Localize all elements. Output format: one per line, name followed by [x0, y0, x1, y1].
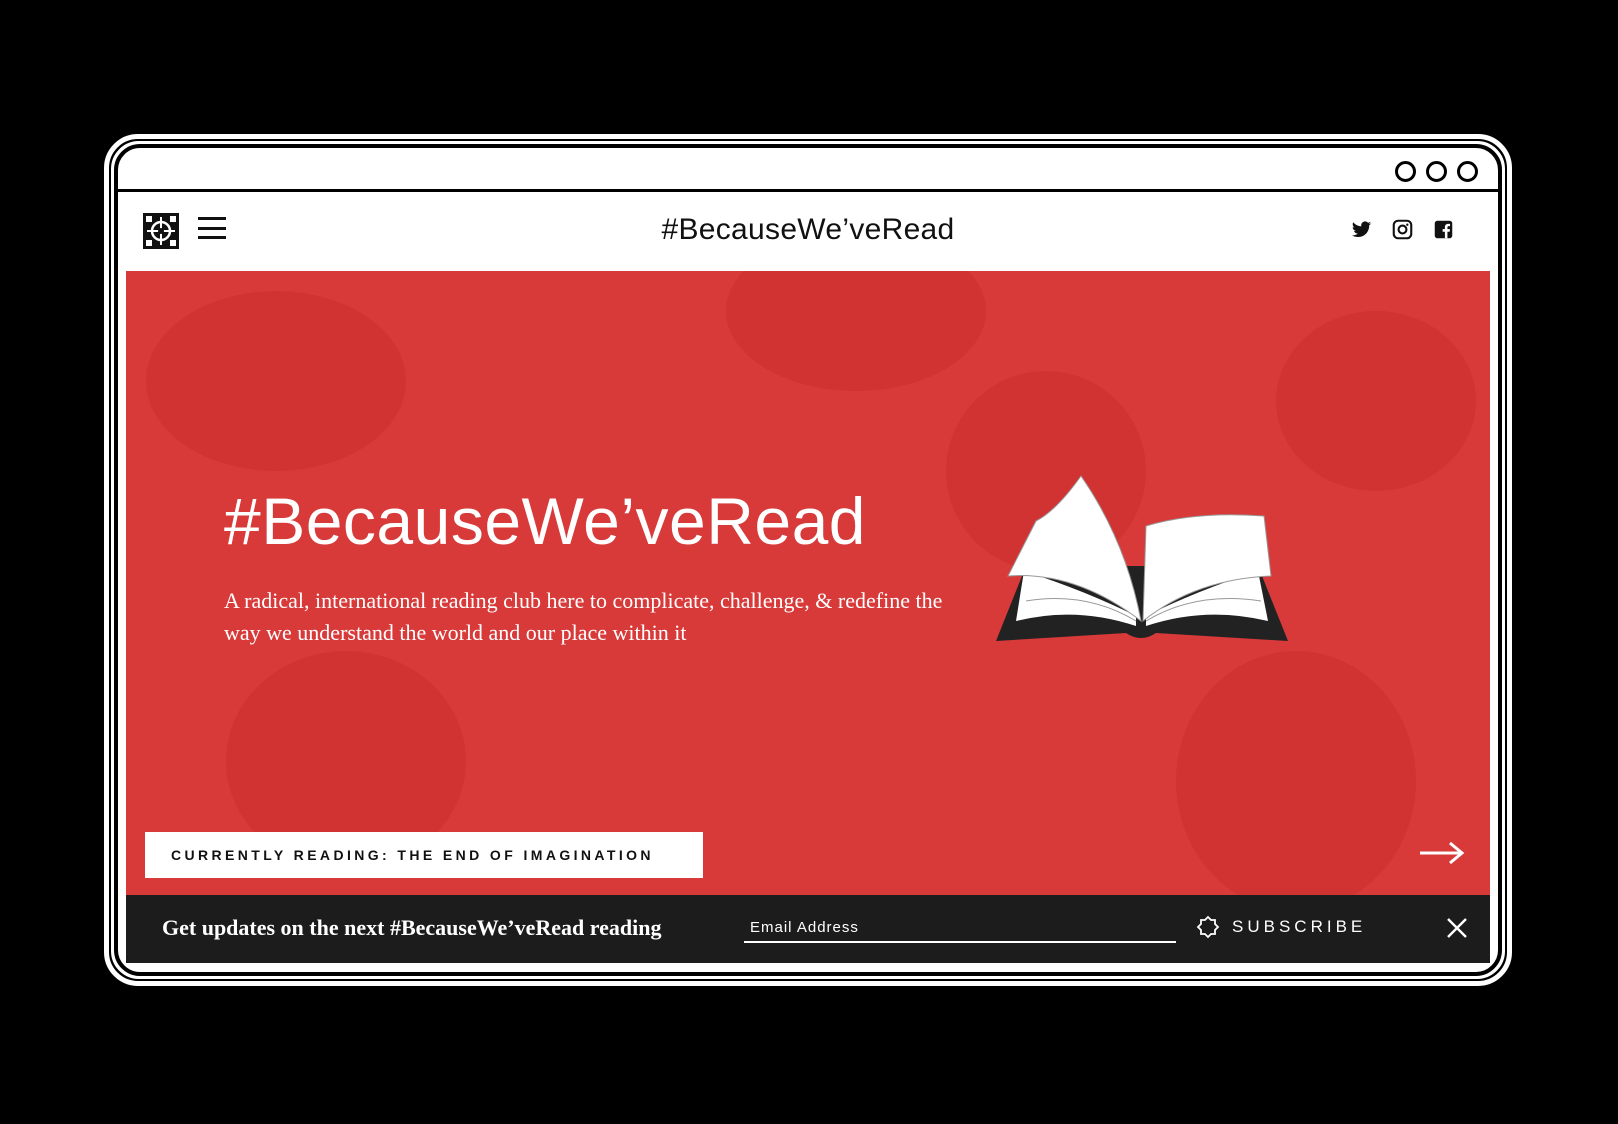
floral-pattern: [146, 291, 406, 471]
arrow-right-icon[interactable]: [1418, 839, 1466, 867]
star-badge-icon: [1196, 915, 1220, 939]
instagram-icon[interactable]: [1392, 219, 1413, 240]
email-input[interactable]: [744, 913, 1176, 943]
hero-subtitle: A radical, international reading club he…: [224, 588, 943, 645]
currently-reading-button[interactable]: CURRENTLY READING: THE END OF IMAGINATIO…: [145, 832, 703, 878]
site-header: #BecauseWe’veRead: [118, 195, 1498, 271]
hero-title: #BecauseWe’veRead: [224, 484, 867, 558]
window-control-circle[interactable]: [1457, 161, 1478, 182]
open-book-icon: [996, 475, 1288, 641]
window-controls: [1395, 161, 1478, 182]
newsletter-bar: Get updates on the next #BecauseWe’veRea…: [126, 895, 1490, 963]
window-control-circle[interactable]: [1426, 161, 1447, 182]
social-links: [1351, 219, 1454, 240]
subscribe-button[interactable]: SUBSCRIBE: [1196, 915, 1366, 939]
browser-window: #BecauseWe’veRead #BecauseWe’veRead A ra…: [114, 144, 1502, 976]
floral-pattern: [1276, 311, 1476, 491]
window-control-circle[interactable]: [1395, 161, 1416, 182]
subscribe-label: SUBSCRIBE: [1232, 917, 1367, 936]
newsletter-prompt: Get updates on the next #BecauseWe’veRea…: [162, 915, 662, 940]
close-icon[interactable]: [1446, 917, 1468, 939]
facebook-icon[interactable]: [1433, 219, 1454, 240]
floral-pattern: [1176, 651, 1416, 895]
floral-pattern: [726, 271, 986, 391]
site-title[interactable]: #BecauseWe’veRead: [118, 213, 1498, 247]
title-bar: [118, 148, 1498, 192]
hero-banner: #BecauseWe’veRead A radical, internation…: [126, 271, 1490, 895]
twitter-icon[interactable]: [1351, 219, 1372, 240]
